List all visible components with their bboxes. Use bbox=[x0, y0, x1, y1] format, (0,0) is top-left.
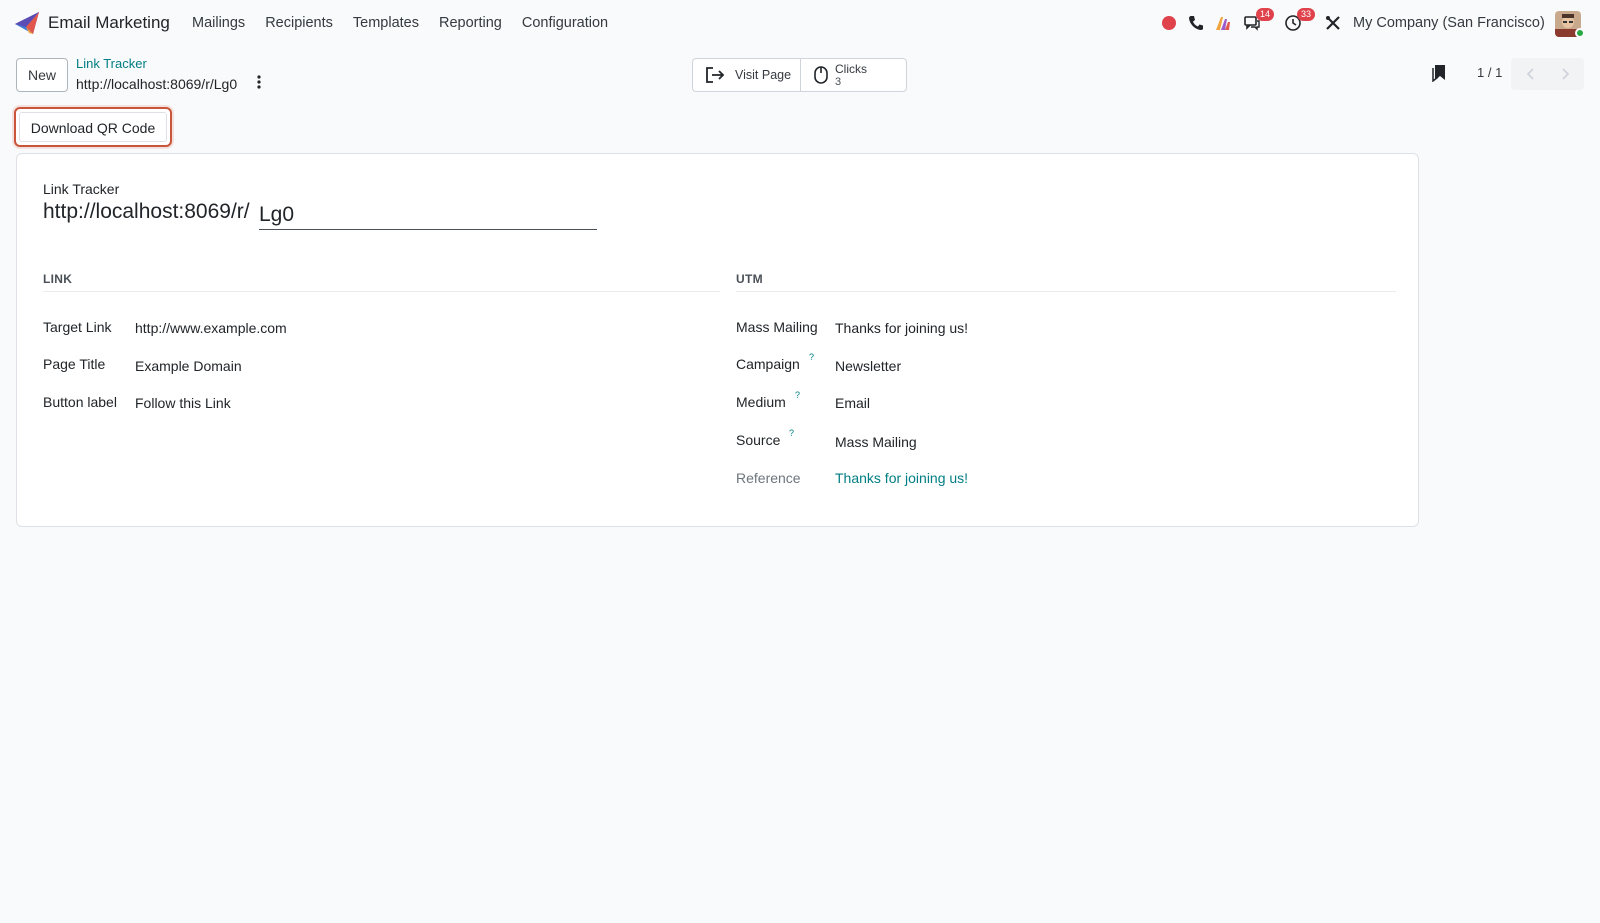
main-menu: Mailings Recipients Templates Reporting … bbox=[192, 15, 628, 31]
page-title-label: Page Title bbox=[43, 356, 106, 372]
medium-value[interactable]: Email bbox=[835, 395, 870, 411]
download-qr-code-label: Download QR Code bbox=[19, 112, 167, 142]
medium-help-icon[interactable]: ? bbox=[795, 390, 800, 400]
title-field-label: Link Tracker bbox=[43, 181, 120, 197]
clicks-label: Clicks bbox=[835, 62, 867, 76]
record-title: http://localhost:8069/r/Lg0 bbox=[76, 76, 238, 92]
medium-label: Medium bbox=[736, 394, 786, 410]
menu-reporting[interactable]: Reporting bbox=[439, 15, 502, 31]
breadcrumb-link-tracker[interactable]: Link Tracker bbox=[76, 56, 147, 71]
visit-page-label: Visit Page bbox=[735, 68, 792, 82]
bookmarks-icon[interactable] bbox=[1432, 64, 1446, 82]
record-icon[interactable] bbox=[1160, 14, 1178, 32]
source-label: Source bbox=[736, 432, 781, 448]
activities-badge: 33 bbox=[1297, 8, 1316, 21]
button-label-label: Button label bbox=[43, 394, 117, 410]
messages-badge: 14 bbox=[1256, 8, 1275, 21]
top-navbar: Email Marketing Mailings Recipients Temp… bbox=[0, 0, 1600, 46]
actions-menu-icon[interactable] bbox=[256, 74, 262, 90]
form-sheet: Link Tracker http://localhost:8069/r/ LI… bbox=[16, 153, 1419, 527]
visit-page-button[interactable]: Visit Page bbox=[693, 59, 801, 91]
clicks-button[interactable]: Clicks 3 bbox=[801, 59, 906, 91]
download-qr-code-button[interactable]: Download QR Code bbox=[14, 107, 172, 147]
campaign-label: Campaign bbox=[736, 356, 800, 372]
campaign-value[interactable]: Newsletter bbox=[835, 358, 901, 374]
page-title-value[interactable]: Example Domain bbox=[135, 358, 242, 374]
new-button[interactable]: New bbox=[16, 58, 68, 92]
source-help-icon[interactable]: ? bbox=[789, 428, 794, 438]
clicks-count: 3 bbox=[835, 76, 842, 88]
menu-recipients[interactable]: Recipients bbox=[265, 15, 333, 31]
ai-assistant-icon[interactable] bbox=[1214, 14, 1232, 32]
chevron-right-icon[interactable] bbox=[1557, 66, 1573, 82]
utm-section-divider bbox=[736, 291, 1396, 292]
menu-mailings[interactable]: Mailings bbox=[192, 15, 245, 31]
tools-icon[interactable] bbox=[1324, 14, 1342, 32]
code-input[interactable] bbox=[259, 200, 597, 230]
target-link-value[interactable]: http://www.example.com bbox=[135, 320, 287, 336]
pager-value[interactable]: 1 / 1 bbox=[1477, 65, 1502, 80]
chevron-left-icon[interactable] bbox=[1523, 66, 1539, 82]
target-link-label: Target Link bbox=[43, 319, 112, 335]
link-section-title: LINK bbox=[43, 272, 73, 286]
menu-templates[interactable]: Templates bbox=[353, 15, 419, 31]
button-label-value[interactable]: Follow this Link bbox=[135, 395, 231, 411]
email-marketing-logo-icon[interactable] bbox=[14, 11, 40, 35]
company-switcher[interactable]: My Company (San Francisco) bbox=[1353, 15, 1545, 31]
reference-label: Reference bbox=[736, 470, 801, 486]
mass-mailing-value[interactable]: Thanks for joining us! bbox=[835, 320, 968, 336]
link-section-divider bbox=[43, 291, 720, 292]
smart-buttons: Visit Page Clicks 3 bbox=[692, 58, 907, 92]
sign-out-icon bbox=[706, 67, 725, 83]
campaign-help-icon[interactable]: ? bbox=[809, 352, 814, 362]
reference-link[interactable]: Thanks for joining us! bbox=[835, 470, 968, 486]
mass-mailing-label: Mass Mailing bbox=[736, 319, 818, 335]
utm-section-title: UTM bbox=[736, 272, 763, 286]
mouse-icon bbox=[814, 66, 828, 84]
app-name[interactable]: Email Marketing bbox=[48, 13, 170, 33]
menu-configuration[interactable]: Configuration bbox=[522, 15, 608, 31]
phone-icon[interactable] bbox=[1187, 14, 1205, 32]
online-status-dot bbox=[1575, 28, 1585, 38]
pager-buttons bbox=[1511, 58, 1584, 90]
source-value[interactable]: Mass Mailing bbox=[835, 434, 917, 450]
short-url-prefix: http://localhost:8069/r/ bbox=[43, 200, 250, 223]
